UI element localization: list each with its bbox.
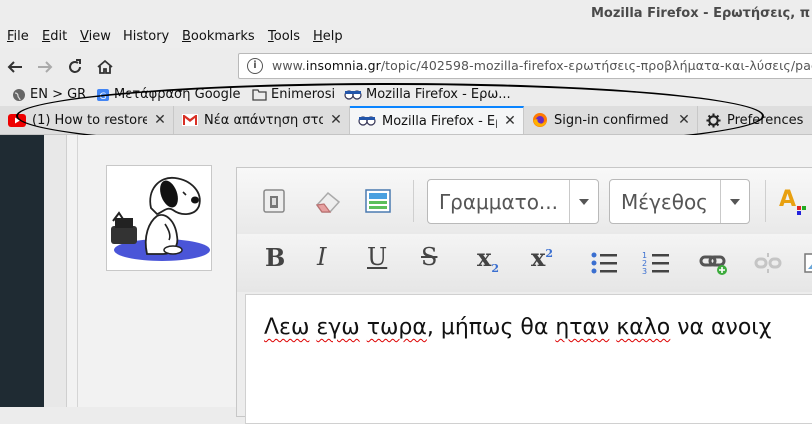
link-button[interactable] bbox=[697, 246, 731, 280]
font-family-select[interactable]: Γραμματο... bbox=[427, 179, 599, 224]
menu-edit[interactable]: Edit bbox=[42, 29, 67, 44]
template-icon bbox=[365, 189, 391, 213]
menu-tools[interactable]: Tools bbox=[268, 29, 300, 44]
home-button[interactable] bbox=[94, 56, 116, 78]
template-button[interactable] bbox=[361, 184, 395, 218]
misspelled-word: καλο bbox=[616, 315, 671, 340]
superscript-button[interactable]: x2 bbox=[531, 243, 553, 272]
navigation-toolbar: i www.insomnia.gr/topic/402598-mozilla-f… bbox=[0, 50, 812, 84]
strikethrough-button[interactable]: S bbox=[421, 243, 437, 271]
page-content: Γραμματο... Μέγεθος A B I U S x2 x2 123 bbox=[0, 135, 812, 424]
menu-help[interactable]: Help bbox=[313, 29, 343, 44]
source-icon bbox=[263, 189, 285, 213]
italic-button[interactable]: I bbox=[317, 243, 326, 271]
rich-text-editor: Γραμματο... Μέγεθος A B I U S x2 x2 123 bbox=[236, 167, 812, 424]
eraser-icon bbox=[315, 191, 341, 213]
numbered-list-button[interactable]: 123 bbox=[639, 246, 673, 280]
snoopy-avatar-icon bbox=[111, 177, 210, 261]
avatar[interactable] bbox=[106, 165, 212, 271]
left-divider bbox=[77, 135, 78, 407]
editor-toolbar-row-1: Γραμματο... Μέγεθος A bbox=[237, 168, 812, 234]
editor-toolbar-row-2: B I U S x2 x2 123 bbox=[237, 234, 812, 292]
url-bar[interactable]: i www.insomnia.gr/topic/402598-mozilla-f… bbox=[238, 53, 812, 79]
forward-arrow-icon bbox=[38, 61, 53, 73]
underline-button[interactable]: U bbox=[367, 243, 387, 271]
menu-bookmarks[interactable]: Bookmarks bbox=[182, 29, 255, 44]
window-title: Mozilla Firefox - Ερωτήσεις, π bbox=[590, 6, 810, 21]
toolbar-separator bbox=[765, 180, 766, 222]
unlink-button[interactable] bbox=[751, 246, 785, 280]
chevron-down-icon[interactable] bbox=[720, 180, 749, 223]
text-color-icon: A bbox=[779, 187, 806, 215]
editor-text: Λεω εγω τωρα, μήπως θα ηταν καλο να ανοι… bbox=[264, 315, 771, 340]
unlink-icon bbox=[754, 253, 782, 273]
editor-text-segment bbox=[360, 315, 367, 340]
subscript-button[interactable]: x2 bbox=[477, 243, 499, 275]
left-light-panel bbox=[44, 135, 67, 407]
image-button[interactable] bbox=[799, 246, 812, 280]
editor-text-segment: να ανοιχ bbox=[670, 315, 772, 340]
chevron-down-icon[interactable] bbox=[569, 180, 598, 223]
forward-button[interactable] bbox=[34, 56, 56, 78]
bulleted-list-button[interactable] bbox=[587, 246, 621, 280]
url-text: www.insomnia.gr/topic/402598-mozilla-fir… bbox=[272, 58, 812, 73]
globe-icon bbox=[13, 88, 25, 101]
bulleted-list-icon bbox=[591, 252, 617, 274]
svg-text:3: 3 bbox=[642, 267, 647, 276]
bold-button[interactable]: B bbox=[265, 243, 285, 272]
text-color-button[interactable]: A bbox=[775, 184, 809, 218]
left-dark-panel bbox=[0, 135, 44, 407]
back-arrow-icon bbox=[7, 61, 22, 73]
title-bar: Mozilla Firefox - Ερωτήσεις, π bbox=[0, 0, 812, 29]
menu-history[interactable]: History bbox=[123, 29, 169, 44]
toolbar-separator bbox=[413, 180, 414, 222]
font-size-select[interactable]: Μέγεθος bbox=[609, 179, 750, 224]
menu-view[interactable]: View bbox=[80, 29, 111, 44]
back-button[interactable] bbox=[4, 56, 26, 78]
home-icon bbox=[97, 59, 113, 74]
site-info-icon[interactable]: i bbox=[247, 58, 263, 74]
reload-icon bbox=[69, 59, 81, 73]
menu-file[interactable]: File bbox=[7, 29, 29, 44]
misspelled-word: ηταν bbox=[555, 315, 610, 340]
svg-text:A: A bbox=[779, 187, 796, 212]
editor-content-area[interactable]: Λεω εγω τωρα, μήπως θα ηταν καλο να ανοι… bbox=[245, 294, 812, 424]
eraser-button[interactable] bbox=[311, 184, 345, 218]
menu-bar: File Edit View History Bookmarks Tools H… bbox=[0, 28, 812, 48]
reload-button[interactable] bbox=[64, 56, 86, 78]
misspelled-word: Λεω bbox=[264, 315, 310, 340]
source-button[interactable] bbox=[257, 184, 291, 218]
image-icon bbox=[804, 253, 812, 273]
misspelled-word: τωρα bbox=[366, 315, 427, 340]
numbered-list-icon: 123 bbox=[642, 251, 669, 276]
editor-text-segment: , μήπως θα bbox=[426, 315, 556, 340]
link-icon bbox=[699, 255, 727, 275]
misspelled-word: εγω bbox=[316, 315, 360, 340]
